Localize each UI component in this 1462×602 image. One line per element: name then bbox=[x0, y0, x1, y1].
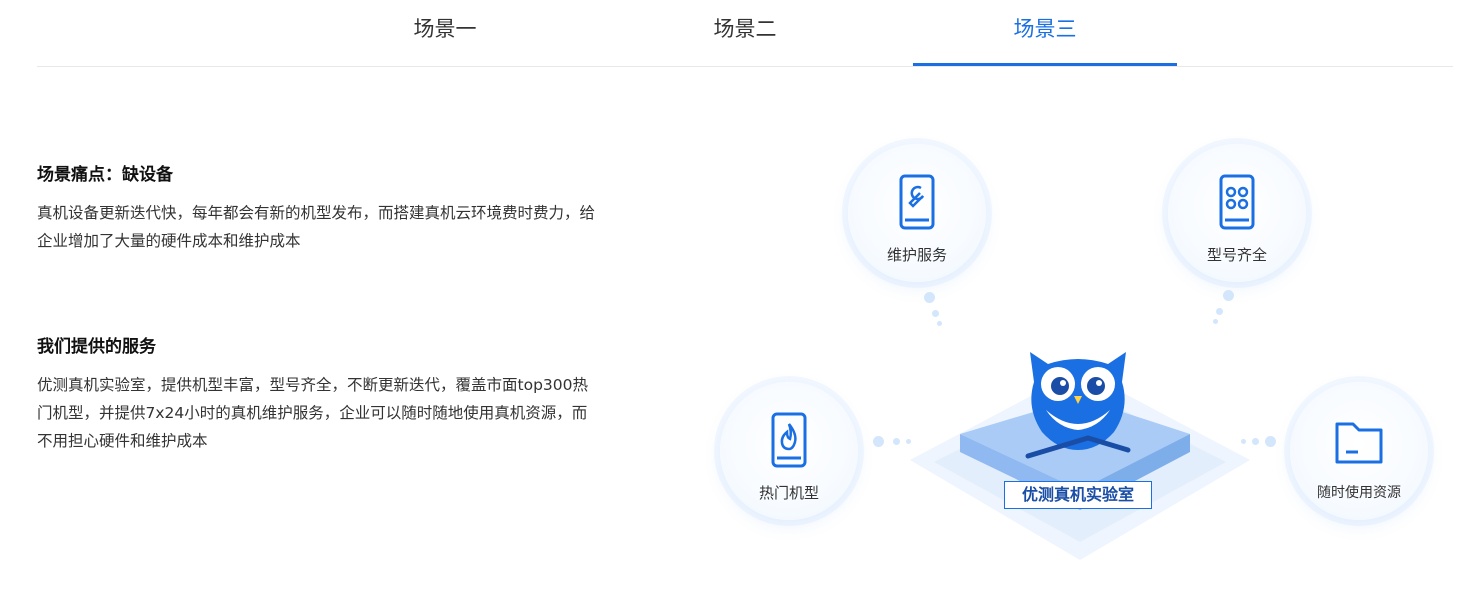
apps-phone-icon bbox=[1219, 174, 1255, 230]
feature-maintenance: 维护服务 bbox=[848, 144, 986, 282]
feature-hot-models: 热门机型 bbox=[720, 382, 858, 520]
connector-dot bbox=[1213, 319, 1218, 324]
lab-name-label: 优测真机实验室 bbox=[1004, 481, 1152, 509]
tab-scene-1[interactable]: 场景一 bbox=[313, 0, 577, 64]
connector-dot bbox=[924, 292, 935, 303]
pain-point-text: 真机设备更新迭代快，每年都会有新的机型发布，而搭建真机云环境费时费力，给企业增加… bbox=[37, 204, 596, 250]
pain-point-section: 场景痛点：缺设备 真机设备更新迭代快，每年都会有新的机型发布，而搭建真机云环境费… bbox=[37, 160, 627, 255]
feature-maintenance-label: 维护服务 bbox=[886, 246, 947, 264]
feature-full-models: 型号齐全 bbox=[1168, 144, 1306, 282]
service-text: 优测真机实验室，提供机型丰富，型号齐全，不断更新迭代，覆盖市面top300热门机… bbox=[37, 376, 588, 450]
feature-anytime-resources-label: 随时使用资源 bbox=[1317, 485, 1401, 501]
scene-tabs: 场景一 场景二 场景三 bbox=[37, 0, 1453, 67]
flame-phone-icon bbox=[771, 412, 807, 468]
connector-dot bbox=[893, 438, 900, 445]
connector-dot bbox=[1241, 439, 1246, 444]
tab-scene-3[interactable]: 场景三 bbox=[913, 0, 1177, 66]
tab-scene-2[interactable]: 场景二 bbox=[613, 0, 877, 64]
service-section: 我们提供的服务 优测真机实验室，提供机型丰富，型号齐全，不断更新迭代，覆盖市面t… bbox=[37, 332, 627, 455]
connector-dot bbox=[932, 310, 939, 317]
connector-dot bbox=[873, 436, 884, 447]
folder-icon bbox=[1335, 422, 1383, 464]
connector-dot bbox=[1265, 436, 1276, 447]
lab-illustration: 优测真机实验室 维护服务 型号齐全 热门机型 随时使用资源 bbox=[700, 120, 1460, 590]
connector-dot bbox=[1252, 438, 1259, 445]
wrench-phone-icon bbox=[899, 174, 935, 230]
feature-hot-models-label: 热门机型 bbox=[758, 484, 819, 502]
feature-anytime-resources: 随时使用资源 bbox=[1290, 382, 1428, 520]
connector-dot bbox=[906, 439, 911, 444]
pain-point-title: 场景痛点：缺设备 bbox=[37, 165, 173, 185]
connector-dot bbox=[1223, 290, 1234, 301]
owl-mascot-icon bbox=[1025, 352, 1131, 459]
service-title: 我们提供的服务 bbox=[37, 337, 156, 357]
connector-dot bbox=[937, 321, 942, 326]
connector-dot bbox=[1216, 308, 1223, 315]
feature-full-models-label: 型号齐全 bbox=[1206, 246, 1267, 264]
